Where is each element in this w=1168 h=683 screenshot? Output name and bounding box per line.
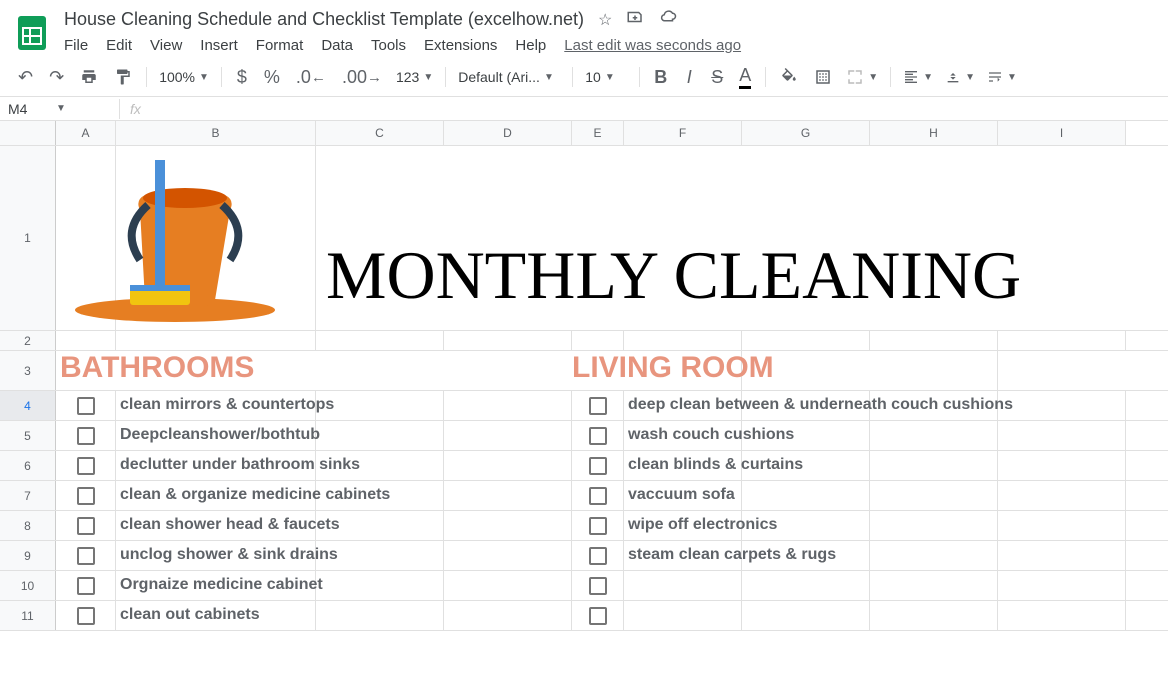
col-header-G[interactable]: G	[742, 121, 870, 145]
row-header-10[interactable]: 10	[0, 571, 56, 600]
bold-button[interactable]: B	[648, 64, 673, 90]
format-dropdown[interactable]: 123▼	[392, 67, 437, 87]
checkbox-living-3[interactable]	[589, 487, 607, 505]
fx-label: fx	[120, 101, 151, 117]
increase-decimal-button[interactable]: .00→	[336, 64, 388, 90]
row-header-9[interactable]: 9	[0, 541, 56, 570]
col-header-H[interactable]: H	[870, 121, 998, 145]
menu-view[interactable]: View	[150, 37, 182, 54]
row-header-2[interactable]: 2	[0, 331, 56, 350]
print-button[interactable]	[74, 64, 104, 90]
cloud-icon[interactable]	[658, 8, 678, 31]
borders-button[interactable]	[808, 64, 838, 90]
fontsize-dropdown[interactable]: 10▼	[581, 67, 631, 87]
row-header-1[interactable]: 1	[0, 146, 56, 330]
star-icon[interactable]: ☆	[598, 10, 612, 30]
checkbox-living-5[interactable]	[589, 547, 607, 565]
currency-button[interactable]: $	[230, 64, 254, 90]
text-color-button[interactable]: A	[733, 64, 757, 90]
row-header-8[interactable]: 8	[0, 511, 56, 540]
col-header-E[interactable]: E	[572, 121, 624, 145]
row-6: 6	[0, 451, 1168, 481]
checkbox-bath-5[interactable]	[77, 547, 95, 565]
menu-data[interactable]: Data	[321, 37, 353, 54]
menu-extensions[interactable]: Extensions	[424, 37, 497, 54]
checkbox-bath-7[interactable]	[77, 607, 95, 625]
row-header-4[interactable]: 4	[0, 391, 56, 420]
percent-button[interactable]: %	[258, 64, 286, 90]
document-title[interactable]: House Cleaning Schedule and Checklist Te…	[64, 9, 584, 30]
row-11: 11	[0, 601, 1168, 631]
row-header-3[interactable]: 3	[0, 351, 56, 390]
menu-format[interactable]: Format	[256, 37, 304, 54]
checkbox-bath-0[interactable]	[77, 397, 95, 415]
formula-input[interactable]	[151, 99, 1168, 119]
row-5: 5	[0, 421, 1168, 451]
checkbox-bath-6[interactable]	[77, 577, 95, 595]
checkbox-living-2[interactable]	[589, 457, 607, 475]
checkbox-living-0[interactable]	[589, 397, 607, 415]
col-header-A[interactable]: A	[56, 121, 116, 145]
menu-insert[interactable]: Insert	[200, 37, 238, 54]
checkbox-bath-3[interactable]	[77, 487, 95, 505]
row-8: 8	[0, 511, 1168, 541]
paint-format-button[interactable]	[108, 64, 138, 90]
col-header-F[interactable]: F	[624, 121, 742, 145]
checkbox-living-1[interactable]	[589, 427, 607, 445]
menu-help[interactable]: Help	[515, 37, 546, 54]
row-header-5[interactable]: 5	[0, 421, 56, 450]
toolbar: ↶ ↷ 100%▼ $ % .0← .00→ 123▼ Default (Ari…	[0, 58, 1168, 97]
undo-button[interactable]: ↶	[12, 64, 39, 90]
wrap-dropdown[interactable]: ▼	[983, 67, 1021, 87]
row-header-7[interactable]: 7	[0, 481, 56, 510]
checkbox-living-6[interactable]	[589, 577, 607, 595]
checkbox-bath-2[interactable]	[77, 457, 95, 475]
row-9: 9	[0, 541, 1168, 571]
decrease-decimal-button[interactable]: .0←	[290, 64, 332, 90]
menu-file[interactable]: File	[64, 37, 88, 54]
sheets-logo[interactable]	[12, 12, 52, 52]
font-dropdown[interactable]: Default (Ari...▼	[454, 67, 564, 87]
row-header-6[interactable]: 6	[0, 451, 56, 480]
valign-dropdown[interactable]: ▼	[941, 67, 979, 87]
col-header-I[interactable]: I	[998, 121, 1126, 145]
checkbox-bath-4[interactable]	[77, 517, 95, 535]
halign-dropdown[interactable]: ▼	[899, 67, 937, 87]
col-header-C[interactable]: C	[316, 121, 444, 145]
row-1: 1	[0, 146, 1168, 331]
last-edit-link[interactable]: Last edit was seconds ago	[564, 37, 741, 54]
row-10: 10	[0, 571, 1168, 601]
menu-edit[interactable]: Edit	[106, 37, 132, 54]
formula-bar: M4 ▼ fx	[0, 97, 1168, 121]
spreadsheet-grid: A B C D E F G H I 1 2 3 4567891011	[0, 121, 1168, 631]
col-header-D[interactable]: D	[444, 121, 572, 145]
row-7: 7	[0, 481, 1168, 511]
strikethrough-button[interactable]: S	[705, 64, 729, 90]
cell-reference[interactable]: M4	[0, 99, 56, 119]
fill-color-button[interactable]	[774, 64, 804, 90]
menu-tools[interactable]: Tools	[371, 37, 406, 54]
select-all-corner[interactable]	[0, 121, 56, 145]
row-3: 3	[0, 351, 1168, 391]
merge-dropdown[interactable]: ▼	[842, 66, 882, 88]
cell-ref-dropdown-icon[interactable]: ▼	[56, 103, 72, 114]
row-4: 4	[0, 391, 1168, 421]
menu-bar: File Edit View Insert Format Data Tools …	[64, 31, 1156, 58]
col-header-B[interactable]: B	[116, 121, 316, 145]
row-2: 2	[0, 331, 1168, 351]
zoom-dropdown[interactable]: 100%▼	[155, 67, 213, 87]
move-icon[interactable]	[626, 8, 644, 31]
checkbox-bath-1[interactable]	[77, 427, 95, 445]
row-header-11[interactable]: 11	[0, 601, 56, 630]
app-header: House Cleaning Schedule and Checklist Te…	[0, 0, 1168, 58]
checkbox-living-4[interactable]	[589, 517, 607, 535]
italic-button[interactable]: I	[677, 64, 701, 90]
redo-button[interactable]: ↷	[43, 64, 70, 90]
checkbox-living-7[interactable]	[589, 607, 607, 625]
